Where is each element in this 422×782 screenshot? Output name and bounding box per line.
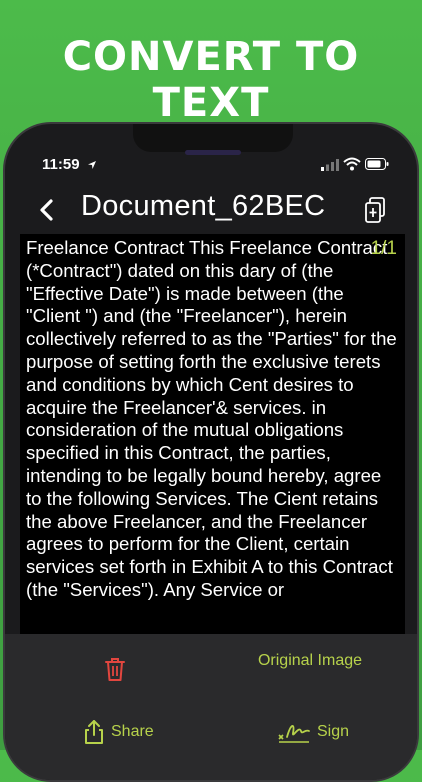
battery-icon (365, 158, 389, 170)
ocr-text[interactable]: Freelance Contract This Freelance Contra… (20, 234, 405, 602)
back-chevron-icon[interactable] (31, 192, 61, 228)
page-indicator: 1/1 (370, 238, 397, 259)
signal-icon (321, 159, 339, 171)
share-icon (85, 720, 103, 744)
sign-button[interactable]: Sign (277, 718, 349, 746)
trash-icon[interactable] (103, 656, 127, 682)
banner-title: CONVERT TO TEXT (62, 34, 360, 126)
bottom-toolbar: Original Image Share Sign (5, 634, 417, 780)
wifi-icon (343, 157, 361, 171)
share-button[interactable]: Share (83, 718, 154, 746)
page-title: Document_62BEC (81, 190, 326, 222)
notch (133, 124, 293, 152)
status-bar: 11:59 (5, 154, 417, 178)
copy-document-icon[interactable] (363, 196, 389, 226)
phone-frame: 11:59 Document_62BEC 1/1 Freelance Contr… (3, 122, 419, 782)
status-time: 11:59 (42, 156, 80, 173)
share-label: Share (111, 723, 154, 740)
original-image-button[interactable]: Original Image (255, 650, 365, 671)
signature-icon (278, 725, 310, 743)
sign-label: Sign (317, 723, 350, 740)
nav-bar: Document_62BEC (5, 182, 417, 238)
location-icon (88, 161, 96, 169)
ocr-text-area[interactable]: 1/1 Freelance Contract This Freelance Co… (20, 234, 405, 634)
